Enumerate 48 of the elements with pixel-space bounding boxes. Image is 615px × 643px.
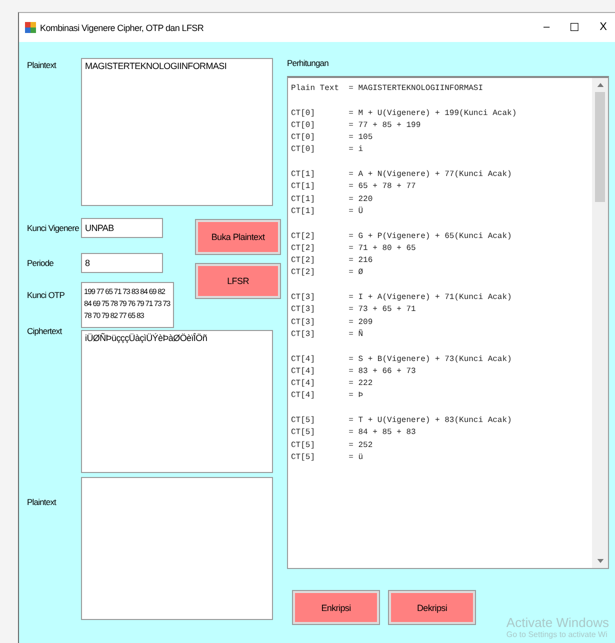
calculation-line: CT[1] = 65 + 78 + 77 <box>291 181 417 194</box>
open-plaintext-button[interactable]: Buka Plaintext <box>196 220 280 254</box>
encrypt-button[interactable]: Enkripsi <box>293 591 379 624</box>
calculation-line: CT[4] = 222 <box>291 378 374 390</box>
calculation-line: CT[5] = 84 + 85 + 83 <box>291 427 417 440</box>
calculation-line: CT[0] = 105 <box>291 132 374 144</box>
calculation-line: Plain Text = MAGISTERTEKNOLOGIINFORMASI <box>291 83 484 95</box>
plaintext-label: Plaintext <box>27 497 58 509</box>
period-label: Periode <box>27 258 54 268</box>
plaintext-label: Plaintext <box>27 60 58 72</box>
calculation-line: CT[3] = I + A(Vigenere) + 71(Kunci Acak) <box>291 292 513 304</box>
calculation-line: CT[4] = Þ <box>291 390 364 402</box>
calculation-line: CT[1] = 220 <box>291 194 374 206</box>
calculation-line: CT[2] = Ø <box>291 267 364 280</box>
calculation-line: CT[0] = M + U(Vigenere) + 199(Kunci Acak) <box>291 108 518 120</box>
vigenere-key-field[interactable]: UNPAB <box>81 218 163 238</box>
window-title: Kombinasi Vigenere Cipher, OTP dan LFSR <box>40 22 204 32</box>
calculation-line: CT[4] = S + B(Vigenere) + 73(Kunci Acak) <box>291 354 513 366</box>
calculation-line: CT[3] = 73 + 65 + 71 <box>291 304 417 316</box>
calculation-line: CT[1] = Ü <box>291 206 364 218</box>
plaintext-field[interactable]: MAGISTERTEKNOLOGIINFORMASI <box>81 58 273 206</box>
vigenere-key-label: Kunci Vigenere <box>27 223 80 233</box>
calculation-line: CT[1] = A + N(Vigenere) + 77(Kunci Acak) <box>291 169 513 182</box>
scrollbar[interactable] <box>592 78 608 568</box>
calculation-line: CT[2] = G + P(Vigenere) + 65(Kunci Acak) <box>291 230 513 243</box>
calculation-line: CT[2] = 216 <box>291 255 374 268</box>
scrollbar-thumb[interactable] <box>595 92 605 202</box>
app-icon <box>25 22 36 33</box>
minimize-icon[interactable]: – <box>544 21 550 34</box>
calculation-line: CT[5] = 252 <box>291 440 374 452</box>
calculation-line: CT[0] = i <box>291 144 364 156</box>
calculation-line: CT[4] = 83 + 66 + 73 <box>291 366 417 378</box>
ciphertext-label: Ciphertext <box>27 326 63 338</box>
plaintext-result-field[interactable] <box>81 477 273 620</box>
close-icon[interactable]: X <box>600 21 607 34</box>
calculation-line: CT[3] = 209 <box>291 316 374 329</box>
calculation-line: CT[3] = Ñ <box>291 328 364 341</box>
maximize-icon[interactable]: ☐ <box>570 21 580 34</box>
lfsr-button[interactable]: LFSR <box>196 264 280 298</box>
calculation-line: CT[2] = 71 + 80 + 65 <box>291 242 417 255</box>
calculation-line: CT[5] = T + U(Vigenere) + 83(Kunci Acak) <box>291 415 513 428</box>
otp-key-label: Kunci OTP <box>27 290 66 300</box>
ciphertext-field[interactable]: iÜØÑÞüçççÜàçìÜÝèÞàØÖèïÎÖñ <box>81 330 273 473</box>
calculation-line: CT[5] = ü <box>291 452 364 464</box>
calculation-line: CT[0] = 77 + 85 + 199 <box>291 120 422 132</box>
decrypt-button[interactable]: Dekripsi <box>389 591 475 624</box>
period-field[interactable]: 8 <box>81 253 163 273</box>
calculation-label: Perhitungan <box>287 58 330 68</box>
